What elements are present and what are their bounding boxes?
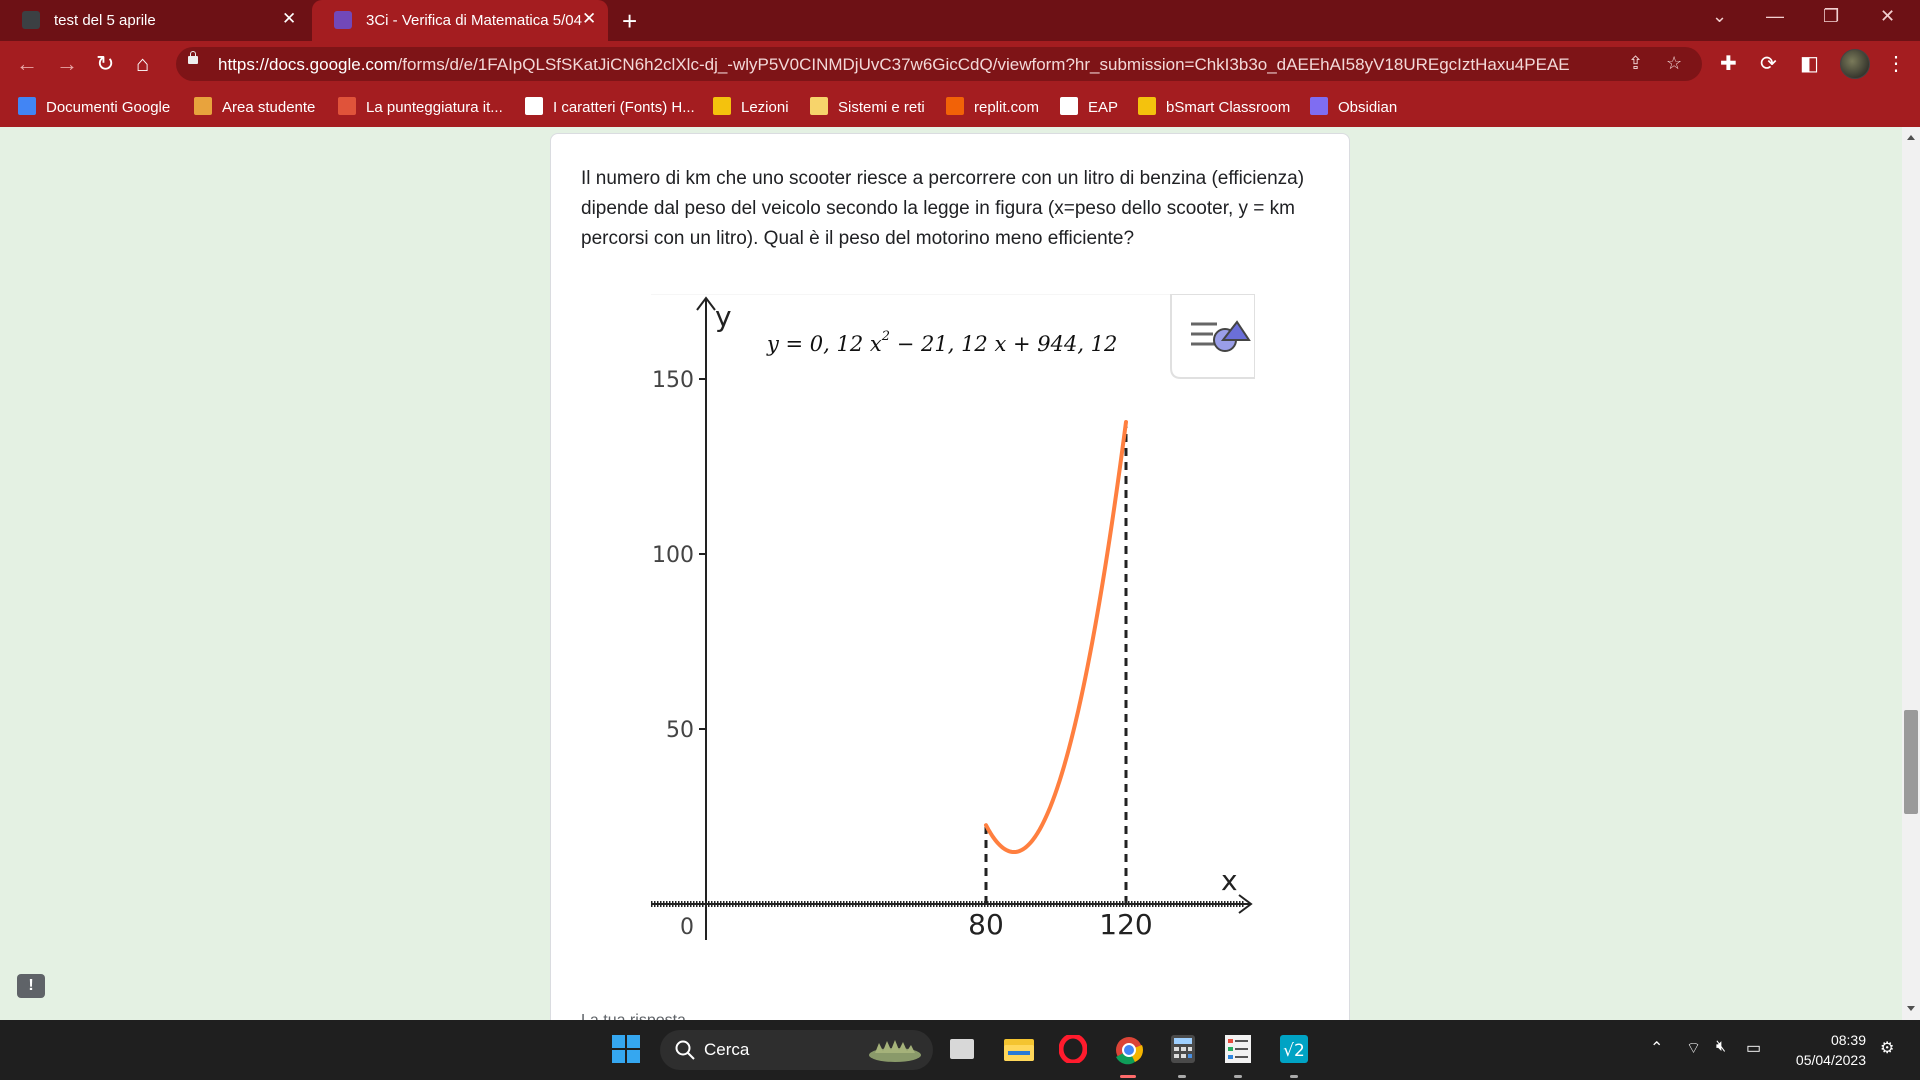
notes-app-icon[interactable] — [1225, 1035, 1253, 1063]
tab-test-del-5-aprile[interactable]: test del 5 aprile ✕ — [0, 0, 310, 41]
battery-icon[interactable]: ▭ — [1746, 1038, 1761, 1058]
opera-icon[interactable] — [1058, 1033, 1088, 1065]
tab-close-icon[interactable]: ✕ — [582, 9, 596, 29]
tab-close-icon[interactable]: ✕ — [282, 9, 296, 29]
show-hidden-icons-chevron-icon[interactable]: ⌃ — [1650, 1038, 1663, 1058]
scroll-up-arrow-icon[interactable] — [1907, 135, 1915, 140]
origin-label: 0 — [680, 915, 694, 940]
docs-icon — [18, 97, 36, 115]
new-tab-button[interactable]: + — [622, 6, 637, 37]
restore-button[interactable]: ❐ — [1823, 6, 1839, 27]
minimize-button[interactable]: — — [1766, 6, 1784, 27]
folder-icon — [810, 97, 828, 115]
math-app-running-indicator — [1290, 1075, 1298, 1078]
math-app-icon[interactable]: √2 — [1280, 1035, 1308, 1063]
classroom-icon — [22, 11, 40, 29]
forward-button[interactable]: → — [56, 51, 78, 77]
calculator-running-indicator — [1178, 1075, 1186, 1078]
file-explorer-icon[interactable] — [1004, 1035, 1034, 1063]
x-mark-label: 120 — [1099, 908, 1152, 941]
taskbar-search[interactable]: Cerca — [660, 1030, 933, 1070]
x-axis-label: x — [1221, 864, 1238, 897]
monitor-icon — [194, 97, 212, 115]
calculator-icon[interactable] — [1171, 1035, 1199, 1063]
bookmark-lezioni[interactable]: Lezioni — [713, 97, 789, 117]
x-mark-label: 80 — [968, 908, 1004, 941]
bsmart-icon — [1138, 97, 1156, 115]
reload-button[interactable]: ↻ — [96, 51, 114, 77]
bookmark-sistemi-e-reti[interactable]: Sistemi e reti — [810, 97, 925, 117]
tab-strip: test del 5 aprile ✕ 3Ci - Verifica di Ma… — [0, 0, 1920, 41]
book-icon — [338, 97, 356, 115]
extensions-icon[interactable]: ✚ — [1720, 51, 1737, 76]
home-button[interactable]: ⌂ — [136, 51, 149, 77]
bookmark-star-icon[interactable]: ☆ — [1666, 53, 1682, 74]
volume-muted-icon[interactable]: 🔇︎ — [1716, 1038, 1726, 1056]
back-button[interactable]: ← — [16, 51, 38, 77]
y-axis-label: y — [715, 300, 732, 333]
notes-running-indicator — [1234, 1075, 1242, 1078]
question-text: Il numero di km che uno scooter riesce a… — [581, 168, 1305, 249]
menu-icon[interactable]: ⋮ — [1886, 51, 1906, 76]
chrome-icon[interactable] — [1114, 1035, 1143, 1065]
bookmark-area-studente[interactable]: Area studente — [194, 97, 315, 117]
answer-label: La tua risposta — [581, 1012, 686, 1020]
formula-label: y = 0, 12 x2 − 21, 12 x + 944, 12 — [766, 329, 1117, 356]
bookmarks-bar: Documenti Google Area studente La punteg… — [0, 87, 1920, 127]
clock-date: 05/04/2023 — [1795, 1052, 1866, 1068]
classroom-icon — [713, 97, 731, 115]
url-text: https://docs.google.com/forms/d/e/1FAIpQ… — [218, 55, 1570, 74]
question-card: Il numero di km che uno scooter riesce a… — [550, 133, 1350, 1020]
scroll-down-arrow-icon[interactable] — [1907, 1006, 1915, 1011]
start-button[interactable] — [612, 1035, 640, 1063]
address-bar[interactable]: https://docs.google.com/forms/d/e/1FAIpQ… — [176, 47, 1702, 81]
system-clock[interactable]: 08:39 05/04/2023 — [1780, 1030, 1866, 1070]
tab-verifica-matematica[interactable]: 3Ci - Verifica di Matematica 5/04 ✕ — [312, 0, 608, 41]
sync-icon[interactable]: ⟳ — [1760, 51, 1777, 76]
tab-title: 3Ci - Verifica di Matematica 5/04 — [366, 12, 582, 29]
bookmark-obsidian[interactable]: Obsidian — [1310, 97, 1397, 117]
svg-text:√2: √2 — [1283, 1041, 1305, 1061]
windows-logo-icon — [612, 1035, 640, 1063]
profile-avatar[interactable] — [1840, 49, 1870, 79]
y-tick-label: 150 — [652, 368, 694, 393]
bookmark-replit[interactable]: replit.com — [946, 97, 1039, 117]
bookmark-eap[interactable]: EAP — [1060, 97, 1118, 117]
windows-taskbar: Cerca √2 ⌃ ⌔ 🔇︎ ▭ 08:39 05/04/2023 ⚙ — [0, 1020, 1920, 1080]
task-view-icon[interactable] — [950, 1039, 974, 1059]
bookmark-documenti-google[interactable]: Documenti Google — [18, 97, 170, 117]
lock-icon — [188, 51, 198, 64]
report-feedback-icon[interactable]: ! — [17, 974, 45, 998]
tab-title: test del 5 aprile — [54, 12, 156, 29]
tab-search-icon[interactable]: ⌄ — [1712, 6, 1727, 27]
forms-icon — [334, 11, 352, 29]
search-icon — [675, 1040, 695, 1060]
y-tick-label: 50 — [666, 718, 694, 743]
close-window-button[interactable]: ✕ — [1880, 6, 1895, 27]
bookmark-caratteri-fonts[interactable]: I caratteri (Fonts) H... — [525, 97, 695, 117]
notification-icon[interactable]: ⚙ — [1880, 1038, 1894, 1058]
y-tick-label: 100 — [652, 543, 694, 568]
clock-time: 08:39 — [1830, 1032, 1866, 1048]
chrome-active-indicator — [1120, 1075, 1136, 1078]
page-scrollbar[interactable] — [1902, 127, 1920, 1020]
share-icon[interactable]: ⇪ — [1628, 53, 1643, 74]
browser-toolbar: ← → ↻ ⌂ https://docs.google.com/forms/d/… — [0, 41, 1920, 87]
function-graph: x y 0 50 100 150 80 120 y = 0, 12 x2 − 21, … — [651, 294, 1255, 944]
page-content: Il numero di km che uno scooter riesce a… — [0, 127, 1902, 1020]
side-panel-icon[interactable]: ◧ — [1800, 51, 1819, 76]
search-highlight-dinosaur-icon — [869, 1040, 921, 1062]
search-label: Cerca — [704, 1040, 750, 1059]
graph-background — [651, 294, 1255, 944]
bookmark-punteggiatura[interactable]: La punteggiatura it... — [338, 97, 503, 117]
geogebra-style-bar-button[interactable] — [1170, 294, 1255, 379]
replit-icon — [946, 97, 964, 115]
wifi-icon[interactable]: ⌔ — [1686, 1038, 1701, 1058]
obsidian-icon — [1310, 97, 1328, 115]
html-icon — [525, 97, 543, 115]
scroll-thumb[interactable] — [1904, 710, 1918, 814]
bookmark-bsmart-classroom[interactable]: bSmart Classroom — [1138, 97, 1290, 117]
page-icon — [1060, 97, 1078, 115]
